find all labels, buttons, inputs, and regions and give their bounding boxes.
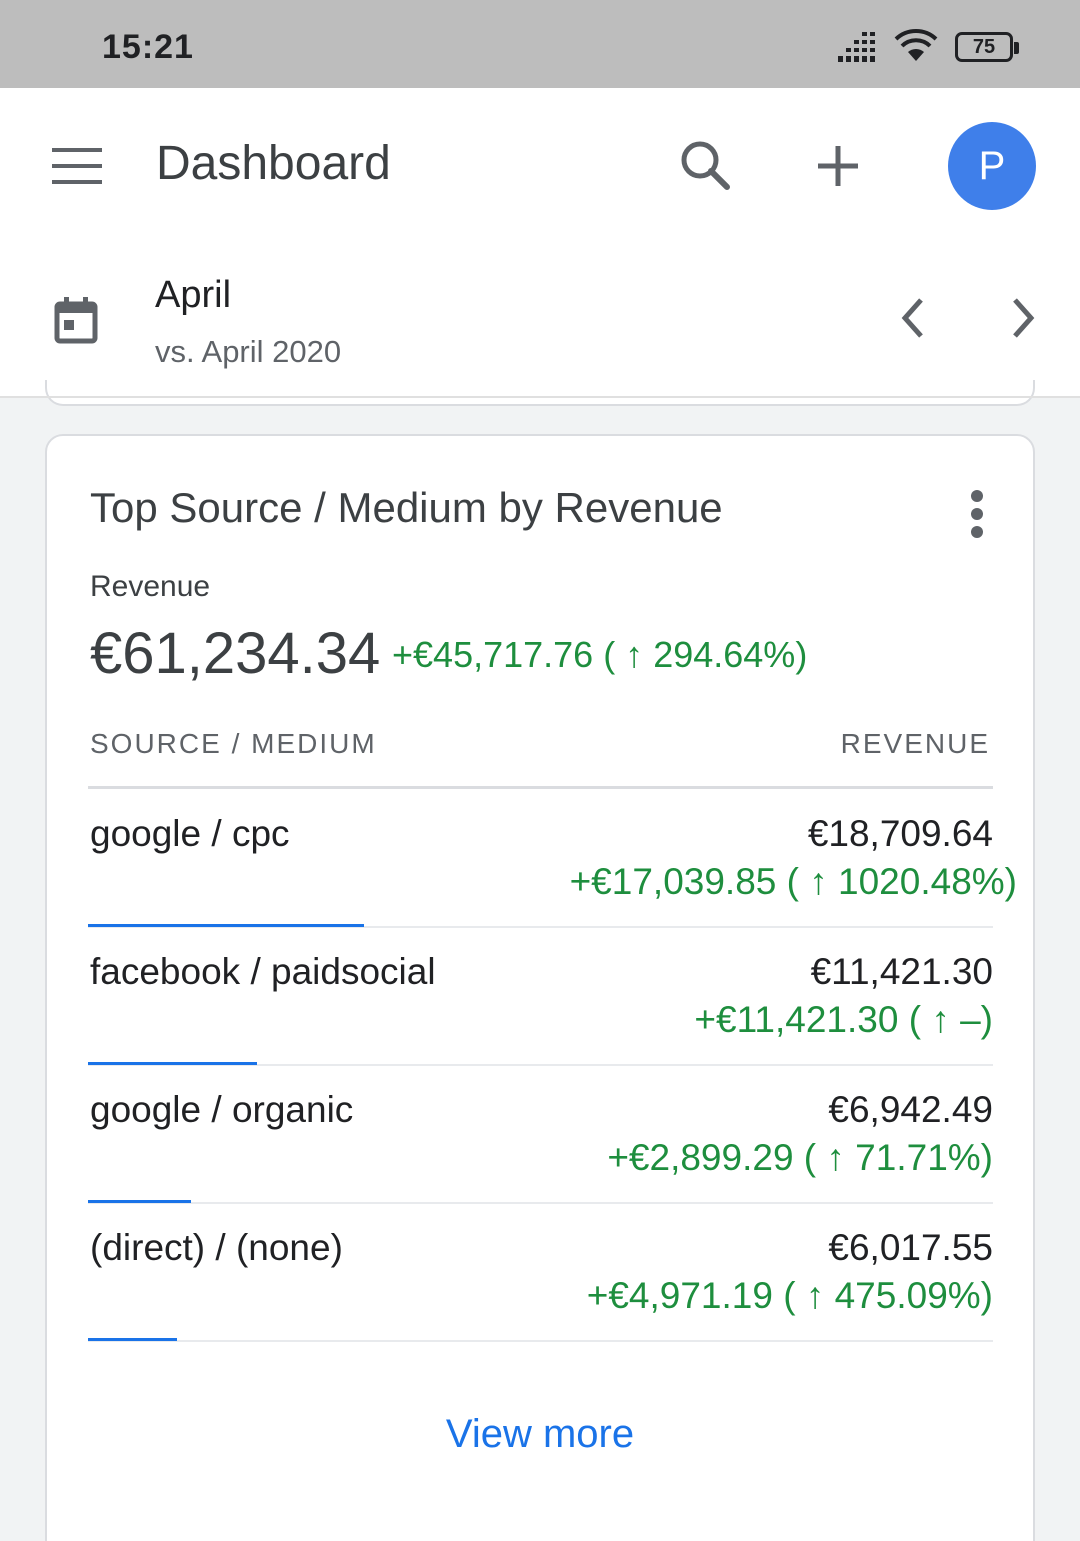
previous-card-edge (45, 380, 1035, 406)
page-title: Dashboard (156, 137, 391, 190)
search-icon[interactable] (678, 138, 732, 192)
status-bar: 15:21 75 (0, 0, 1080, 88)
table-row[interactable]: google / organic €6,942.49 +€2,899.29 ( … (88, 1065, 993, 1204)
date-range-label[interactable]: April (155, 274, 231, 317)
date-range-comparison[interactable]: vs. April 2020 (155, 334, 341, 370)
metric-label: Revenue (90, 570, 211, 603)
row-source-medium: (direct) / (none) (90, 1227, 343, 1268)
menu-icon[interactable] (52, 148, 102, 184)
avatar[interactable]: P (948, 122, 1036, 210)
card-title: Top Source / Medium by Revenue (90, 484, 723, 531)
row-revenue: €6,017.55 (828, 1227, 993, 1268)
chevron-right-icon[interactable] (1005, 296, 1045, 340)
row-divider (88, 1340, 993, 1342)
header-divider (0, 396, 1080, 398)
metric-value: €61,234.34 (90, 621, 381, 686)
top-source-medium-card: Top Source / Medium by Revenue Revenue €… (45, 434, 1035, 1541)
add-icon[interactable] (815, 143, 861, 189)
row-revenue: €11,421.30 (810, 951, 993, 992)
row-revenue: €18,709.64 (807, 813, 993, 854)
column-header-source: SOURCE / MEDIUM (90, 728, 377, 759)
metric-delta: +€45,717.76 ( ↑ 294.64%) (392, 634, 808, 675)
table-row[interactable]: google / cpc €18,709.64 +€17,039.85 ( ↑ … (88, 789, 1017, 928)
row-revenue: €6,942.49 (828, 1089, 993, 1130)
row-revenue-delta: +€11,421.30 ( ↑ –) (694, 999, 993, 1040)
battery-icon: 75 (955, 32, 1019, 62)
row-revenue-delta: +€2,899.29 ( ↑ 71.71%) (607, 1137, 993, 1178)
calendar-icon (54, 297, 98, 344)
row-share-bar (88, 1338, 177, 1341)
view-more-button[interactable]: View more (47, 1412, 1033, 1457)
row-source-medium: google / organic (90, 1089, 354, 1130)
status-time: 15:21 (102, 28, 194, 66)
app-header: Dashboard P April vs. April 2020 (0, 88, 1080, 398)
table-row[interactable]: (direct) / (none) €6,017.55 +€4,971.19 (… (88, 1203, 993, 1342)
signal-icon (838, 32, 875, 62)
wifi-icon (894, 29, 938, 61)
table-row[interactable]: facebook / paidsocial €11,421.30 +€11,42… (88, 927, 993, 1066)
row-revenue-delta: +€17,039.85 ( ↑ 1020.48%) (569, 861, 1017, 902)
row-revenue-delta: +€4,971.19 ( ↑ 475.09%) (586, 1275, 993, 1316)
more-vert-icon[interactable] (967, 490, 987, 538)
column-header-revenue: REVENUE (840, 728, 990, 759)
chevron-left-icon[interactable] (895, 296, 935, 340)
row-source-medium: google / cpc (90, 813, 290, 854)
row-source-medium: facebook / paidsocial (90, 951, 436, 992)
